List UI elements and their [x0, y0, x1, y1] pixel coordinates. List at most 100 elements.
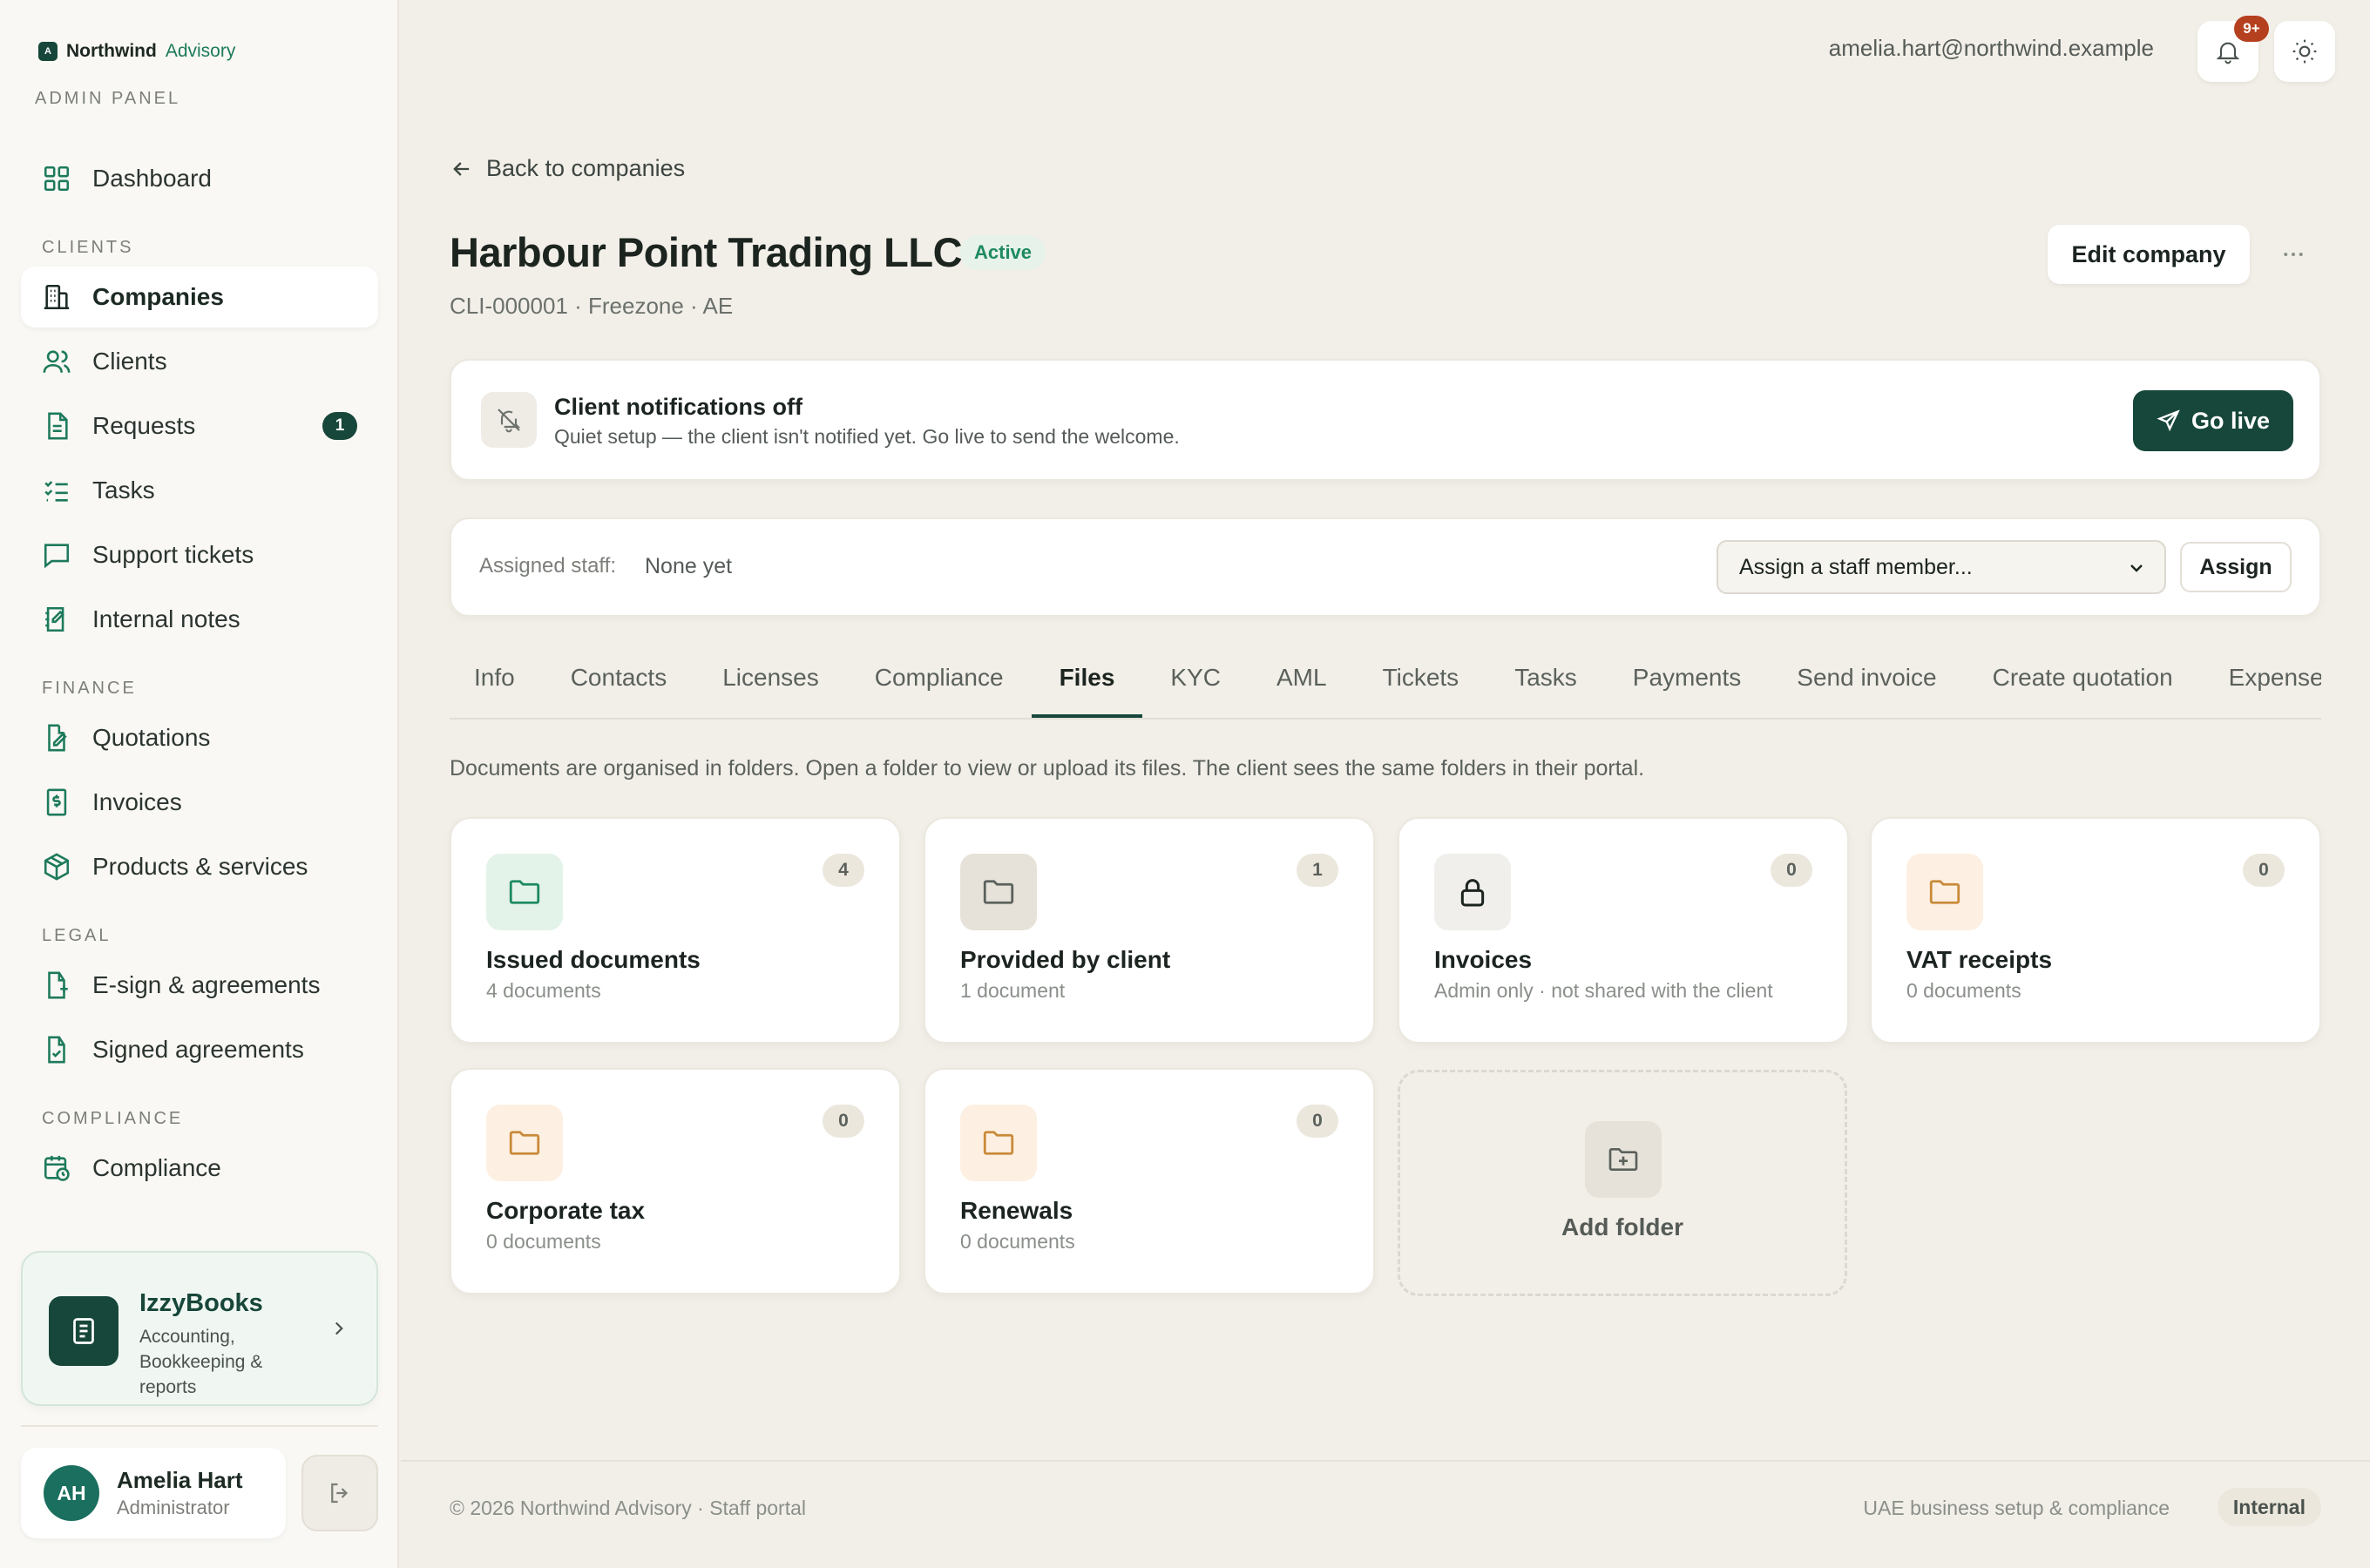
add-folder-label: Add folder: [1561, 1213, 1683, 1240]
company-meta: CLI-000001 · Freezone · AE: [450, 293, 734, 319]
folder-name: Provided by client: [960, 946, 1171, 973]
sidebar-item-label: Invoices: [92, 788, 182, 815]
tab-tickets[interactable]: Tickets: [1355, 653, 1487, 718]
footer-tagline: UAE business setup & compliance: [1863, 1497, 2170, 1519]
sidebar-item-label: Signed agreements: [92, 1036, 304, 1063]
requests-count-badge: 1: [322, 412, 357, 440]
arrow-left-icon: [450, 157, 474, 181]
folder-card[interactable]: 1 Provided by client 1 document: [924, 817, 1375, 1044]
go-live-label: Go live: [2191, 407, 2271, 434]
sidebar-item-support-tickets[interactable]: Support tickets: [21, 524, 378, 585]
tab-info[interactable]: Info: [450, 653, 543, 718]
sidebar-item-companies[interactable]: Companies: [21, 267, 378, 328]
add-folder-button[interactable]: Add folder: [1398, 1070, 1847, 1296]
tab-files[interactable]: Files: [1031, 653, 1143, 718]
tab-compliance[interactable]: Compliance: [847, 653, 1032, 718]
more-options-button[interactable]: [2274, 235, 2312, 274]
users-icon: [42, 347, 71, 376]
sidebar-item-clients[interactable]: Clients: [21, 331, 378, 392]
chat-bubble-icon: [42, 540, 71, 570]
folder-card[interactable]: 0 Invoices Admin only · not shared with …: [1398, 817, 1849, 1044]
bell-icon: [2214, 37, 2242, 65]
sidebar-item-products-services[interactable]: Products & services: [21, 836, 378, 897]
back-label: Back to companies: [486, 155, 686, 181]
sidebar-item-label: Products & services: [92, 853, 308, 880]
brand[interactable]: A Northwind Advisory: [38, 41, 235, 62]
back-to-companies-link[interactable]: Back to companies: [450, 155, 685, 182]
folder-card[interactable]: 4 Issued documents 4 documents: [450, 817, 901, 1044]
notice-title: Client notifications off: [554, 394, 802, 420]
section-clients: CLIENTS: [42, 238, 134, 257]
tab-aml[interactable]: AML: [1249, 653, 1355, 718]
tab-tasks[interactable]: Tasks: [1486, 653, 1605, 718]
file-plus-icon: [42, 970, 71, 1000]
folder-plus-icon: [1585, 1121, 1662, 1198]
sidebar-item-esign[interactable]: E-sign & agreements: [21, 955, 378, 1016]
sidebar-item-label: Quotations: [92, 724, 211, 751]
chevron-down-icon: [2126, 558, 2147, 578]
sidebar-item-label: Support tickets: [92, 541, 254, 568]
bell-off-icon: [481, 392, 537, 448]
notifications-button[interactable]: 9+: [2197, 16, 2269, 82]
logout-icon: [327, 1480, 353, 1506]
user-name: Amelia Hart: [117, 1467, 243, 1493]
brand-name: Northwind: [66, 41, 157, 61]
sidebar-item-label: Tasks: [92, 476, 155, 504]
folder-count-badge: 0: [1297, 1105, 1338, 1138]
folder-count-badge: 1: [1297, 854, 1338, 887]
notification-count-badge: 9+: [2234, 16, 2269, 42]
sidebar-item-compliance[interactable]: Compliance: [21, 1138, 378, 1199]
assigned-staff-label: Assigned staff:: [479, 554, 616, 578]
tab-create-quotation[interactable]: Create quotation: [1965, 653, 2201, 718]
sidebar-nav: Dashboard CLIENTS Companies Clients Requ…: [21, 148, 378, 1202]
sidebar-item-label: Internal notes: [92, 605, 240, 632]
folder-card[interactable]: 0 VAT receipts 0 documents: [1870, 817, 2321, 1044]
assign-staff-select[interactable]: Assign a staff member...: [1717, 540, 2166, 594]
folder-icon: [1906, 854, 1983, 930]
theme-toggle-button[interactable]: [2274, 21, 2335, 82]
izzybooks-promo-card[interactable]: IzzyBooks Accounting, Bookkeeping & repo…: [21, 1251, 378, 1406]
user-card[interactable]: AH Amelia Hart Administrator: [21, 1448, 286, 1538]
folder-count-badge: 0: [823, 1105, 864, 1138]
sidebar-item-label: E-sign & agreements: [92, 971, 321, 998]
sidebar-item-quotations[interactable]: Quotations: [21, 707, 378, 768]
folder-icon: [960, 1105, 1037, 1181]
sidebar-item-internal-notes[interactable]: Internal notes: [21, 589, 378, 650]
sidebar-item-signed[interactable]: Signed agreements: [21, 1019, 378, 1080]
logout-button[interactable]: [301, 1455, 378, 1531]
section-compliance: COMPLIANCE: [42, 1109, 184, 1128]
tab-licenses[interactable]: Licenses: [694, 653, 847, 718]
folder-card[interactable]: 0 Renewals 0 documents: [924, 1068, 1375, 1294]
ellipsis-icon: [2280, 241, 2306, 267]
footer: © 2026 Northwind Advisory · Staff portal…: [401, 1460, 2370, 1568]
sidebar-item-label: Clients: [92, 348, 167, 375]
sidebar-item-tasks[interactable]: Tasks: [21, 460, 378, 521]
admin-panel-label: ADMIN PANEL: [35, 89, 181, 108]
company-tabs: Info Contacts Licenses Compliance Files …: [450, 653, 2321, 720]
brand-logo-icon: A: [38, 42, 58, 61]
sidebar-item-requests[interactable]: Requests 1: [21, 395, 378, 456]
assign-button[interactable]: Assign: [2180, 542, 2292, 592]
folder-subtitle: 0 documents: [486, 1230, 601, 1253]
receipt-dollar-icon: [42, 787, 71, 817]
go-live-button[interactable]: Go live: [2133, 390, 2293, 451]
folder-card[interactable]: 0 Corporate tax 0 documents: [450, 1068, 901, 1294]
tab-kyc[interactable]: KYC: [1142, 653, 1249, 718]
promo-subtitle: Accounting, Bookkeeping & reports: [139, 1327, 263, 1397]
sidebar: A Northwind Advisory ADMIN PANEL Dashboa…: [0, 0, 399, 1568]
folder-name: Renewals: [960, 1197, 1073, 1224]
sidebar-divider: [21, 1425, 378, 1427]
folder-icon: [486, 1105, 563, 1181]
user-email: amelia.hart@northwind.example: [1828, 35, 2154, 61]
sidebar-item-invoices[interactable]: Invoices: [21, 772, 378, 833]
dashboard-grid-icon: [42, 164, 71, 193]
tab-expenses[interactable]: Expenses: [2201, 653, 2321, 718]
notebook-pen-icon: [42, 605, 71, 634]
tab-payments[interactable]: Payments: [1605, 653, 1770, 718]
sidebar-item-label: Dashboard: [92, 165, 212, 192]
tab-contacts[interactable]: Contacts: [543, 653, 695, 718]
tab-send-invoice[interactable]: Send invoice: [1769, 653, 1964, 718]
sidebar-item-dashboard[interactable]: Dashboard: [21, 148, 378, 209]
folder-name: VAT receipts: [1906, 946, 2053, 973]
edit-company-button[interactable]: Edit company: [2048, 225, 2250, 284]
